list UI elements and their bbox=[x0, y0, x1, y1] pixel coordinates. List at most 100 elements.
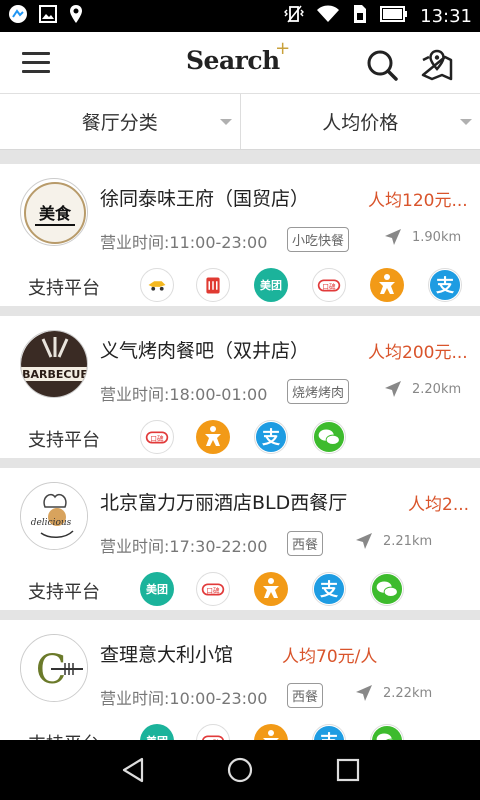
dropdown-arrow-icon bbox=[460, 119, 472, 125]
koubei-label: 口碑 bbox=[206, 586, 220, 595]
business-hours: 营业时间:11:00-23:00 bbox=[100, 233, 268, 252]
eleme-icon[interactable] bbox=[254, 724, 288, 740]
logo-text: delicious bbox=[31, 518, 72, 528]
koubei-icon[interactable]: 口碑 bbox=[140, 420, 174, 454]
distance-text: 2.21km bbox=[383, 533, 433, 549]
wechat-icon[interactable] bbox=[370, 572, 404, 606]
back-button[interactable] bbox=[120, 756, 148, 784]
meituan-label: 美团 bbox=[260, 279, 282, 292]
restaurant-price: 人均70元/人 bbox=[282, 647, 378, 667]
vibrate-icon bbox=[284, 4, 305, 28]
app-notification-icon bbox=[8, 4, 28, 28]
meituan-icon[interactable]: 美团 bbox=[254, 268, 288, 302]
system-nav-bar bbox=[0, 740, 480, 800]
dianping-icon[interactable] bbox=[196, 268, 230, 302]
navigation-arrow-icon bbox=[356, 533, 372, 549]
search-icon bbox=[367, 50, 398, 81]
home-icon bbox=[227, 757, 253, 783]
app-logo: Search + bbox=[186, 38, 290, 75]
restaurant-logo: delicious bbox=[20, 482, 88, 550]
restaurant-name: 义气烤肉餐吧（双井店） bbox=[100, 340, 310, 362]
restaurant-logo: BARBECUE bbox=[20, 330, 88, 398]
platform-label: 支持平台 bbox=[28, 278, 100, 299]
map-pin-icon bbox=[421, 49, 453, 81]
status-bar: 13:31 bbox=[0, 0, 480, 32]
alipay-label: 支 bbox=[435, 275, 454, 297]
meituan-label: 美团 bbox=[146, 733, 168, 740]
restaurant-card[interactable]: delicious 北京富力万丽酒店BLD西餐厅 人均2... 营业时间:17:… bbox=[0, 468, 480, 610]
search-button[interactable] bbox=[366, 50, 400, 82]
battery-icon bbox=[380, 5, 408, 27]
distance-info: 2.20km bbox=[384, 380, 461, 398]
menu-icon-line bbox=[22, 70, 50, 73]
recents-button[interactable] bbox=[334, 756, 362, 784]
restaurant-card[interactable]: C 查理意大利小馆 人均70元/人 营业时间:10:00-23:00 西餐 2.… bbox=[0, 620, 480, 740]
filter-category-label: 餐厅分类 bbox=[81, 112, 158, 134]
back-icon bbox=[122, 757, 144, 783]
category-tag: 小吃快餐 bbox=[287, 227, 350, 252]
koubei-icon[interactable]: 口碑 bbox=[312, 268, 346, 302]
platform-label: 支持平台 bbox=[28, 430, 100, 451]
distance-text: 1.90km bbox=[412, 229, 462, 245]
eleme-icon[interactable] bbox=[254, 572, 288, 606]
restaurant-logo: 美食 bbox=[20, 178, 88, 246]
meituan-icon[interactable]: 美团 bbox=[140, 724, 174, 740]
image-icon bbox=[38, 4, 58, 28]
restaurant-logo: C bbox=[20, 634, 88, 702]
filter-price-label: 人均价格 bbox=[322, 112, 399, 134]
koubei-label: 口碑 bbox=[150, 434, 164, 443]
restaurant-price: 人均120元... bbox=[368, 191, 468, 211]
baidu-waimai-icon[interactable] bbox=[140, 268, 174, 302]
distance-info: 2.21km bbox=[355, 532, 432, 550]
koubei-icon[interactable]: 口碑 bbox=[196, 572, 230, 606]
category-tag: 烧烤烤肉 bbox=[287, 379, 350, 404]
alipay-label: 支 bbox=[261, 427, 280, 449]
wechat-icon[interactable] bbox=[312, 420, 346, 454]
platform-label: 支持平台 bbox=[28, 582, 100, 603]
restaurant-card[interactable]: 美食 徐同泰味王府（国贸店） 人均120元... 营业时间:11:00-23:0… bbox=[0, 164, 480, 306]
home-button[interactable] bbox=[226, 756, 254, 784]
meituan-label: 美团 bbox=[146, 583, 168, 596]
eleme-icon[interactable] bbox=[196, 420, 230, 454]
navigation-arrow-icon bbox=[356, 685, 372, 701]
logo-text: BARBECUE bbox=[22, 368, 88, 381]
alipay-label: 支 bbox=[319, 731, 338, 740]
meituan-icon[interactable]: 美团 bbox=[140, 572, 174, 606]
filter-bar: 餐厅分类 人均价格 bbox=[0, 94, 480, 150]
location-pin-icon bbox=[68, 4, 84, 28]
sim-icon bbox=[352, 4, 368, 28]
map-button[interactable] bbox=[420, 48, 454, 82]
alipay-icon[interactable]: 支 bbox=[254, 420, 288, 454]
alipay-icon[interactable]: 支 bbox=[312, 724, 346, 740]
logo-text: 美食 bbox=[39, 204, 72, 223]
distance-text: 2.20km bbox=[412, 381, 462, 397]
alipay-label: 支 bbox=[319, 579, 338, 601]
alipay-icon[interactable]: 支 bbox=[428, 268, 462, 302]
business-hours: 营业时间:10:00-23:00 bbox=[100, 689, 268, 708]
distance-text: 2.22km bbox=[383, 685, 433, 701]
app-logo-text: Search bbox=[186, 46, 280, 75]
status-time: 13:31 bbox=[420, 5, 472, 27]
navigation-arrow-icon bbox=[385, 381, 401, 397]
restaurant-price: 人均2... bbox=[408, 495, 470, 515]
app-logo-plus: + bbox=[275, 38, 290, 59]
app-screen: 13:31 Search + 餐厅分类 人均价格 美食 徐同泰味王府（国贸店） … bbox=[0, 0, 480, 800]
wechat-icon[interactable] bbox=[370, 724, 404, 740]
business-hours: 营业时间:18:00-01:00 bbox=[100, 385, 268, 404]
koubei-icon[interactable]: 口碑 bbox=[196, 724, 230, 740]
business-hours: 营业时间:17:30-22:00 bbox=[100, 537, 268, 556]
menu-button[interactable] bbox=[22, 52, 52, 74]
dropdown-arrow-icon bbox=[219, 119, 232, 125]
category-tag: 西餐 bbox=[287, 531, 324, 556]
alipay-icon[interactable]: 支 bbox=[312, 572, 346, 606]
menu-icon-line bbox=[22, 61, 50, 64]
navigation-arrow-icon bbox=[385, 229, 401, 245]
filter-category[interactable]: 餐厅分类 bbox=[0, 94, 240, 149]
distance-info: 1.90km bbox=[384, 228, 461, 246]
filter-price[interactable]: 人均价格 bbox=[239, 94, 480, 149]
eleme-icon[interactable] bbox=[370, 268, 404, 302]
recents-icon bbox=[336, 758, 360, 782]
restaurant-name: 查理意大利小馆 bbox=[100, 644, 234, 666]
restaurant-name: 徐同泰味王府（国贸店） bbox=[100, 188, 310, 210]
restaurant-card[interactable]: BARBECUE 义气烤肉餐吧（双井店） 人均200元... 营业时间:18:0… bbox=[0, 316, 480, 458]
